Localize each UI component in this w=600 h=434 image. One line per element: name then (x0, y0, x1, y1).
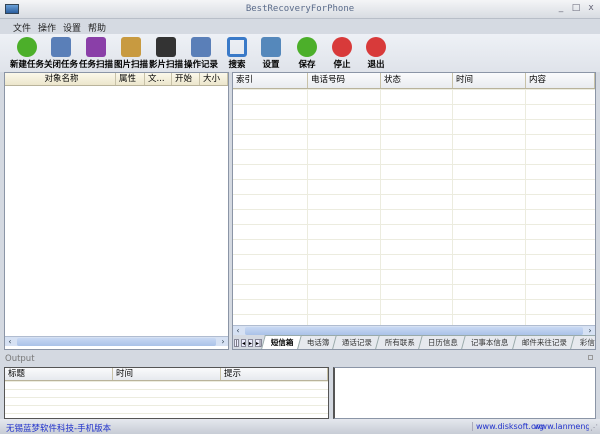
prev-tab-icon[interactable]: ◂ (241, 339, 247, 347)
scroll-left-icon[interactable]: ‹ (233, 326, 243, 336)
output-panel: 标题 时间 提示 (4, 367, 329, 419)
exit-icon (366, 37, 386, 57)
records-grid (233, 89, 595, 325)
col-time[interactable]: 时间 (453, 73, 526, 88)
tab-label: 邮件来往记录 (521, 338, 567, 347)
status-bar: 无锡蓝梦软件科技-手机版本 www.disksoft.org www.lanme… (0, 419, 600, 434)
object-table-header: 对象名称 属性 文... 开始 大小 (5, 73, 228, 86)
tab-label: 通话记录 (341, 338, 372, 347)
toolbar-label: 退出 (367, 60, 385, 70)
col-hint[interactable]: 提示 (221, 368, 328, 380)
check-icon (297, 37, 317, 57)
toolbar-button-exit-10[interactable]: 退出 (358, 34, 394, 72)
col-phone[interactable]: 电话号码 (308, 73, 381, 88)
resize-grip-icon[interactable]: ⋰ (590, 423, 598, 432)
menu-help[interactable]: 帮助 (88, 21, 106, 34)
status-link-lanmeng[interactable]: www.lanmengsoft (534, 422, 589, 431)
tab-label: 日历信息 (427, 338, 458, 347)
picture-icon (121, 37, 141, 57)
tab-label: 所有联系 (384, 338, 415, 347)
tab-label: 短信箱 (270, 338, 294, 347)
next-tab-icon[interactable]: ▸ (248, 339, 254, 347)
records-panel: 索引 电话号码 状态 时间 内容 ‹› |◂ ◂ ▸ ▸| 短信箱电话簿通话记录… (232, 72, 596, 350)
new-task-icon (17, 37, 37, 57)
scroll-right-icon[interactable]: › (585, 326, 595, 336)
scroll-right-icon[interactable]: › (218, 337, 228, 347)
object-panel: 对象名称 属性 文... 开始 大小 ‹ › (4, 72, 229, 350)
toolbar-button-tools-7[interactable]: 设置 (253, 34, 289, 72)
col-object-name[interactable]: 对象名称 (5, 73, 116, 85)
books-icon (86, 37, 106, 57)
stop-icon (332, 37, 352, 57)
col-title[interactable]: 标题 (5, 368, 113, 380)
records-table-header: 索引 电话号码 状态 时间 内容 (233, 73, 595, 89)
output-table-header: 标题 时间 提示 (5, 368, 328, 381)
scroll-thumb[interactable] (17, 337, 216, 346)
tab-6[interactable]: 邮件来往记录 (511, 335, 577, 349)
col-index[interactable]: 索引 (233, 73, 308, 88)
tab-label: 记事本信息 (470, 338, 509, 347)
film-icon (156, 37, 176, 57)
scroll-left-icon[interactable]: ‹ (5, 337, 15, 347)
col-attribute[interactable]: 属性 (116, 73, 145, 85)
tab-5[interactable]: 记事本信息 (461, 335, 519, 349)
tab-label: 电话簿 (306, 338, 329, 347)
scroll-thumb[interactable] (245, 326, 583, 335)
calendar-icon (191, 37, 211, 57)
calendar-icon (51, 37, 71, 57)
window-title: BestRecoveryForPhone (245, 4, 355, 14)
toolbar-button-calendar-5[interactable]: 操作记录 (183, 34, 219, 72)
col-size[interactable]: 大小 (200, 73, 228, 85)
output-detail (333, 367, 596, 419)
menu-operation[interactable]: 操作 (38, 21, 56, 34)
close-button[interactable]: x (585, 3, 597, 15)
menu-settings[interactable]: 设置 (63, 21, 81, 34)
status-company: 无锡蓝梦软件科技-手机版本 (6, 424, 112, 434)
first-tab-icon[interactable]: |◂ (234, 339, 240, 349)
output-label: Output (5, 354, 35, 364)
toolbar: 新建任务 关闭任务 任务扫描 图片扫描 影片扫描 操作记录 搜索 设置 保存 停止 退出 (0, 34, 600, 72)
menu-file[interactable]: 文件 (13, 21, 31, 34)
minimize-button[interactable]: _ (555, 3, 567, 15)
output-grid (5, 381, 328, 419)
search-icon (227, 37, 247, 57)
col-start[interactable]: 开始 (172, 73, 200, 85)
col-content[interactable]: 内容 (526, 73, 595, 88)
tools-icon (261, 37, 281, 57)
tab-7[interactable]: 彩信通讯 (569, 335, 595, 349)
pin-icon[interactable] (588, 355, 593, 360)
maximize-button[interactable]: □ (570, 3, 582, 15)
title-bar: BestRecoveryForPhone _ □ x (0, 0, 600, 19)
records-tabs: |◂ ◂ ▸ ▸| 短信箱电话簿通话记录所有联系日历信息记事本信息邮件来往记录彩… (233, 335, 595, 349)
col-status[interactable]: 状态 (381, 73, 453, 88)
col-time[interactable]: 时间 (113, 368, 221, 380)
tab-label: 彩信通讯 (579, 338, 595, 347)
records-hscrollbar[interactable]: ‹ › (233, 325, 595, 335)
object-hscrollbar[interactable]: ‹ › (5, 336, 228, 346)
col-file[interactable]: 文... (145, 73, 172, 85)
menu-bar: 文件 操作 设置 帮助 (0, 19, 600, 34)
